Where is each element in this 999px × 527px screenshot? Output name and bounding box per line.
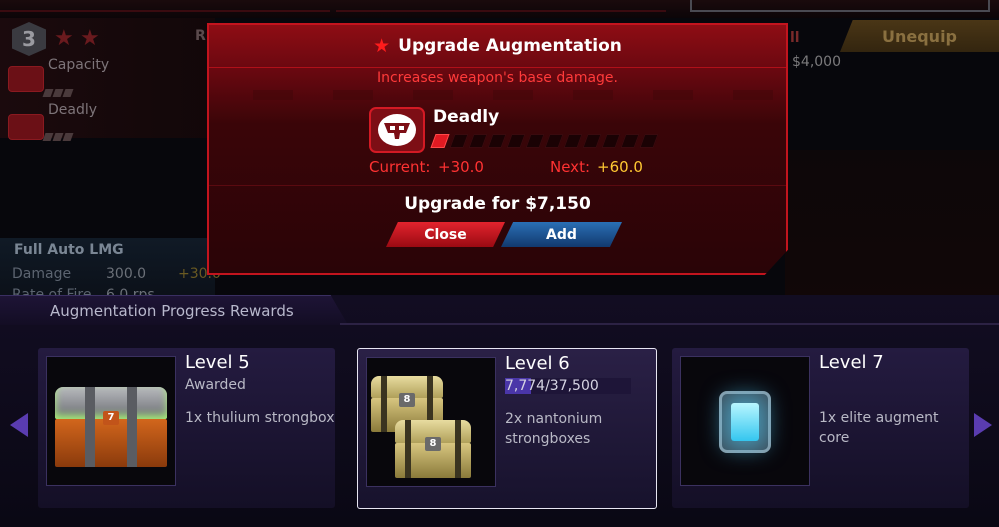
current-label: Current: [369,158,431,176]
modal-title: Upgrade Augmentation [398,36,622,56]
modal-subtitle: Increases weapon's base damage. [376,70,618,86]
next-arrow-icon[interactable] [974,413,992,437]
augment-name: Deadly [433,107,500,127]
elite-augment-core-icon [680,356,810,486]
top-tab-3 [690,0,990,12]
next-label: Next: [550,158,590,176]
augment-level-bar [42,82,74,97]
capacity-augment-icon[interactable] [8,66,44,92]
rewards-divider [340,323,999,325]
deadly-skull-icon [369,107,425,153]
reward-card-level-6[interactable]: 8 8 Level 6 7,774/37,500 2x nantonium st… [357,348,657,509]
unequip-button[interactable]: Unequip [840,20,999,52]
rewards-title: Augmentation Progress Rewards [50,302,294,320]
reward-card-level-5[interactable]: 7 Level 5 Awarded 1x thulium strongbox [38,348,335,508]
top-tab-2 [336,0,666,12]
augment-name-capacity: Capacity [48,57,110,73]
level-cell [430,134,450,148]
stat-label-damage: Damage [12,266,72,282]
top-bar-background [0,0,999,18]
previous-arrow-icon[interactable] [10,413,28,437]
right-panel-background [785,150,999,300]
reward-status: Awarded [185,377,246,393]
augment-level-bar [430,134,673,148]
top-tab-1 [0,0,330,12]
level-cell [563,134,583,148]
level-cell [487,134,507,148]
level-cell [582,134,602,148]
current-value: +30.0 [438,158,484,176]
add-button[interactable]: Add [501,222,622,247]
star-icon: ★ [373,34,391,57]
level-cell [449,134,469,148]
reward-level: Level 7 [819,352,884,373]
reward-level: Level 6 [505,353,570,374]
nantonium-strongbox-icon: 8 8 [366,357,496,487]
reward-description: 1x thulium strongbox [185,410,335,426]
level-cell [601,134,621,148]
level-cell [468,134,488,148]
level-cell [544,134,564,148]
level-cell [639,134,659,148]
augment-name-deadly: Deadly [48,102,98,118]
modal-header: ★ Upgrade Augmentation [209,36,786,56]
augment-level-bar [42,126,74,141]
modal-divider [209,67,786,68]
modal-decor-stripes [213,90,782,100]
level-cell [506,134,526,148]
deadly-augment-icon[interactable] [8,114,44,140]
level-cell [525,134,545,148]
reward-description: 2x nantonium strongboxes [505,411,603,447]
weapon-name: Full Auto LMG [14,242,124,258]
reward-level: Level 5 [185,352,250,373]
reward-progress-bar: 7,774/37,500 [505,378,631,394]
stat-value-damage: 300.0 [106,266,147,282]
thulium-strongbox-icon: 7 [46,356,176,486]
close-button[interactable]: Close [386,222,505,247]
upgrade-cost: Upgrade for $7,150 [404,194,591,214]
rank-star-icon: ★ [80,26,100,51]
price-label: $4,000 [792,54,841,70]
reward-description: 1x elite augment core [819,410,939,446]
right-header-fragment: ll [790,30,800,46]
reward-card-level-7[interactable]: Level 7 1x elite augment core [672,348,969,508]
level-cell [620,134,640,148]
rank-star-icon: ★ [54,26,74,51]
reward-progress-text: 7,774/37,500 [505,378,599,394]
next-value: +60.0 [597,158,643,176]
